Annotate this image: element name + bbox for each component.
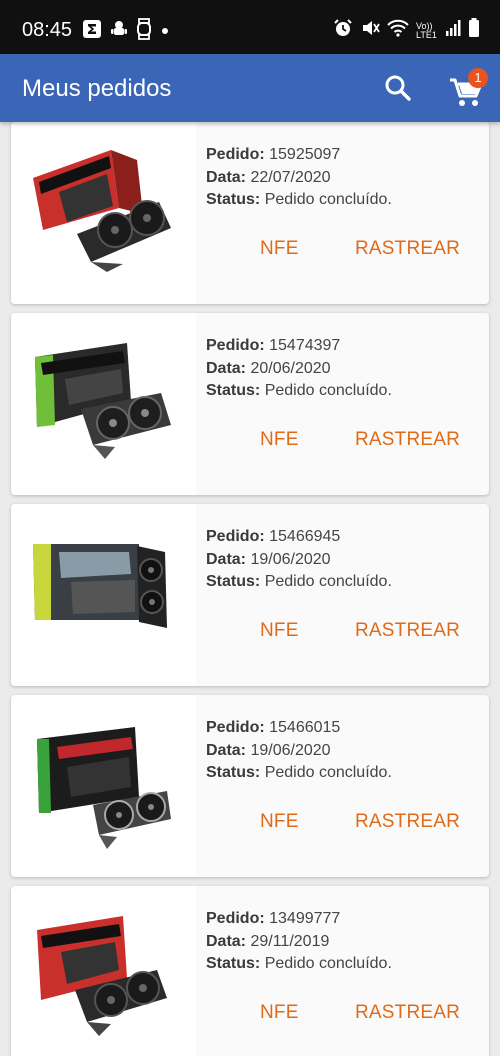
product-image[interactable]	[11, 122, 196, 304]
order-number-label: Pedido:	[206, 528, 265, 545]
order-number-row: Pedido: 15474397	[206, 335, 392, 358]
order-status-label: Status:	[206, 382, 261, 399]
alarm-icon	[333, 18, 353, 43]
order-date: 29/11/2019	[250, 932, 330, 950]
order-status-row: Status: Pedido concluído.	[206, 380, 392, 403]
order-date-row: Data: 22/07/2020	[206, 167, 392, 190]
track-button[interactable]: RASTREAR	[355, 238, 460, 260]
order-number: 15466015	[269, 719, 341, 736]
order-date: 20/06/2020	[250, 359, 331, 377]
order-status-label: Status:	[206, 764, 261, 781]
product-image[interactable]	[11, 313, 196, 495]
order-date-row: Data: 29/11/2019	[206, 931, 392, 954]
order-number: 13499777	[269, 910, 341, 927]
order-date-row: Data: 19/06/2020	[206, 549, 392, 572]
nfe-button[interactable]: NFE	[260, 429, 299, 451]
search-icon	[382, 75, 414, 108]
order-card: Pedido: 15466015 Data: 19/06/2020 Status…	[11, 695, 489, 877]
order-status: Pedido concluído.	[264, 955, 392, 972]
order-list[interactable]: Pedido: 15925097 Data: 22/07/2020 Status…	[0, 122, 500, 1056]
order-number-row: Pedido: 13499777	[206, 908, 392, 931]
order-number-row: Pedido: 15466015	[206, 717, 392, 740]
nfe-button[interactable]: NFE	[260, 1002, 299, 1024]
android-icon	[110, 19, 128, 44]
order-info: Pedido: 15466015 Data: 19/06/2020 Status…	[206, 717, 392, 785]
search-button[interactable]	[382, 72, 414, 104]
order-date-label: Data:	[206, 932, 247, 950]
status-right-icons: Vo)) LTE1	[333, 18, 480, 43]
order-card: Pedido: 15474397 Data: 20/06/2020 Status…	[11, 313, 489, 495]
product-image[interactable]	[11, 504, 196, 686]
order-number-row: Pedido: 15925097	[206, 144, 392, 167]
page-title: Meus pedidos	[22, 75, 172, 102]
order-status-row: Status: Pedido concluído.	[206, 189, 392, 212]
nfe-button[interactable]: NFE	[260, 811, 299, 833]
order-info: Pedido: 15466945 Data: 19/06/2020 Status…	[206, 526, 392, 594]
track-button[interactable]: RASTREAR	[355, 811, 460, 833]
status-left-icons	[82, 18, 170, 45]
order-card: Pedido: 15466945 Data: 19/06/2020 Status…	[11, 504, 489, 686]
product-image[interactable]	[11, 695, 196, 877]
order-number-label: Pedido:	[206, 337, 265, 354]
order-status: Pedido concluído.	[264, 764, 392, 781]
order-status-row: Status: Pedido concluído.	[206, 762, 392, 785]
order-status: Pedido concluído.	[264, 191, 392, 208]
order-number-label: Pedido:	[206, 146, 265, 163]
network-label: Vo)) LTE1	[416, 20, 437, 40]
dot-icon	[160, 23, 170, 41]
signal-icon	[445, 19, 461, 42]
order-date-label: Data:	[206, 550, 247, 568]
track-button[interactable]: RASTREAR	[355, 620, 460, 642]
order-date-label: Data:	[206, 741, 247, 759]
order-date-row: Data: 19/06/2020	[206, 740, 392, 763]
track-button[interactable]: RASTREAR	[355, 429, 460, 451]
order-number-label: Pedido:	[206, 910, 265, 927]
order-status-label: Status:	[206, 955, 261, 972]
wifi-icon	[387, 19, 409, 42]
order-status-row: Status: Pedido concluído.	[206, 953, 392, 976]
product-image[interactable]	[11, 886, 196, 1056]
nfe-button[interactable]: NFE	[260, 620, 299, 642]
order-info: Pedido: 15474397 Data: 20/06/2020 Status…	[206, 335, 392, 403]
order-status: Pedido concluído.	[264, 573, 392, 590]
order-number: 15466945	[269, 528, 341, 545]
order-status-label: Status:	[206, 191, 261, 208]
order-number-label: Pedido:	[206, 719, 265, 736]
order-number: 15474397	[269, 337, 341, 354]
order-number-row: Pedido: 15466945	[206, 526, 392, 549]
watch-icon	[136, 18, 152, 45]
battery-icon	[468, 18, 480, 43]
mute-icon	[360, 18, 380, 43]
order-date: 19/06/2020	[250, 550, 331, 568]
order-date-row: Data: 20/06/2020	[206, 358, 392, 381]
status-time: 08:45	[22, 19, 73, 41]
cart-count-badge: 1	[468, 68, 488, 88]
order-status-row: Status: Pedido concluído.	[206, 571, 392, 594]
sigma-app-icon	[82, 19, 102, 44]
order-date-label: Data:	[206, 359, 247, 377]
order-date: 22/07/2020	[250, 168, 331, 186]
order-info: Pedido: 15925097 Data: 22/07/2020 Status…	[206, 144, 392, 212]
order-info: Pedido: 13499777 Data: 29/11/2019 Status…	[206, 908, 392, 976]
order-status-label: Status:	[206, 573, 261, 590]
app-bar: Meus pedidos 1	[0, 54, 500, 122]
cart-button[interactable]: 1	[448, 68, 488, 108]
order-card: Pedido: 13499777 Data: 29/11/2019 Status…	[11, 886, 489, 1056]
order-card: Pedido: 15925097 Data: 22/07/2020 Status…	[11, 122, 489, 304]
order-date: 19/06/2020	[250, 741, 331, 759]
status-bar: 08:45 Vo)) LTE1	[0, 0, 500, 54]
order-number: 15925097	[269, 146, 341, 163]
nfe-button[interactable]: NFE	[260, 238, 299, 260]
order-date-label: Data:	[206, 168, 247, 186]
order-status: Pedido concluído.	[264, 382, 392, 399]
track-button[interactable]: RASTREAR	[355, 1002, 460, 1024]
